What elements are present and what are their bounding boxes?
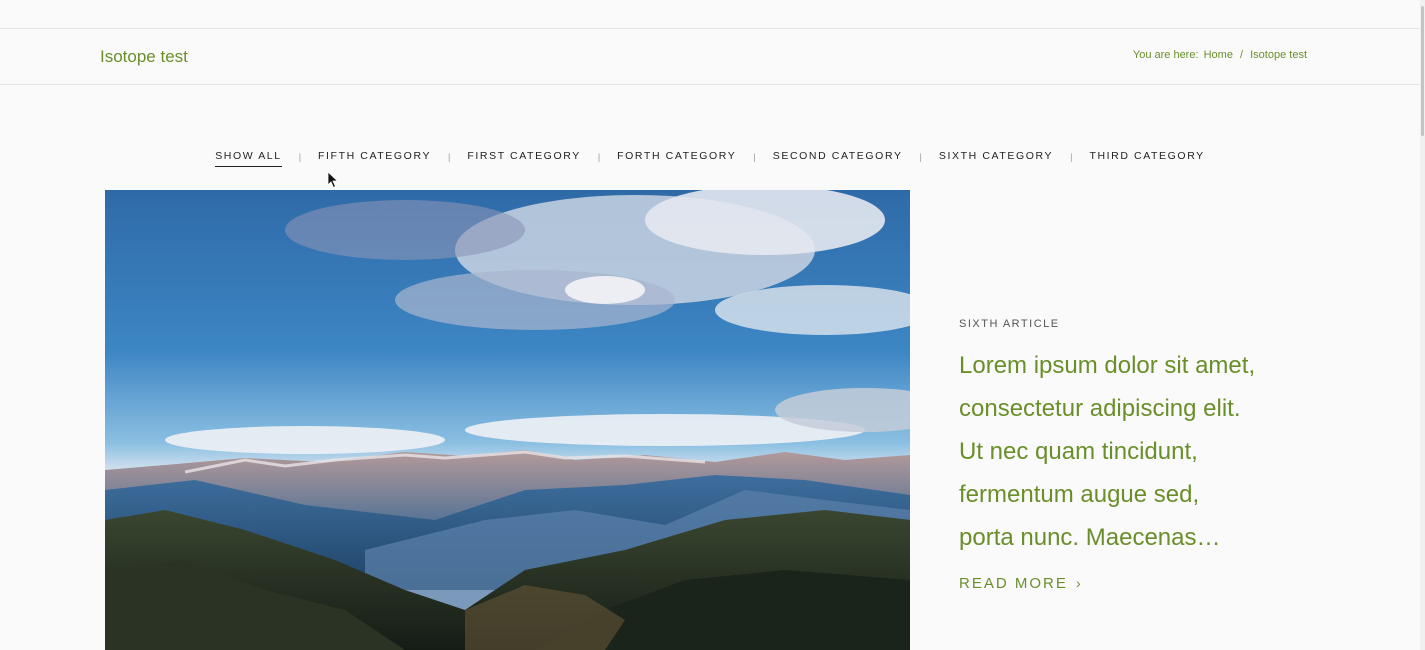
breadcrumb-current: Isotope test (1250, 49, 1307, 61)
filter-third-category[interactable]: THIRD CATEGORY (1089, 150, 1204, 167)
filter-first-category[interactable]: FIRST CATEGORY (467, 150, 580, 167)
filter-divider: | (298, 151, 302, 162)
filter-forth-category[interactable]: FORTH CATEGORY (617, 150, 736, 167)
read-more-link[interactable]: READ MORE › (959, 575, 1081, 592)
filter-divider: | (448, 151, 451, 162)
mountain-landscape-image (105, 190, 910, 650)
read-more-label: READ MORE (959, 575, 1068, 592)
filter-divider: | (753, 151, 756, 162)
filter-fifth-category[interactable]: FIFTH CATEGORY (318, 150, 431, 167)
filter-divider: | (1070, 151, 1073, 162)
site-header: Isotope test You are here: Home / Isotop… (0, 29, 1420, 85)
mouse-cursor-icon (327, 171, 339, 189)
filter-sixth-category[interactable]: SIXTH CATEGORY (939, 150, 1053, 167)
breadcrumb-lead: You are here: (1132, 49, 1199, 61)
page-scrollbar[interactable] (1420, 0, 1425, 650)
scrollbar-thumb[interactable] (1421, 6, 1424, 136)
filter-show-all[interactable]: SHOW ALL (215, 150, 282, 167)
article-image[interactable] (105, 190, 910, 650)
article-eyebrow: SIXTH ARTICLE (959, 318, 1060, 330)
article-summary: SIXTH ARTICLE Lorem ipsum dolor sit amet… (959, 318, 1279, 593)
article-excerpt[interactable]: Lorem ipsum dolor sit amet, consectetur … (959, 344, 1259, 559)
category-filter-bar: SHOW ALL | FIFTH CATEGORY | FIRST CATEGO… (0, 150, 1420, 167)
breadcrumb-separator: / (1240, 49, 1244, 61)
top-bar (0, 0, 1420, 29)
breadcrumb: You are here: Home / Isotope test (1133, 49, 1307, 61)
chevron-right-icon: › (1076, 575, 1081, 591)
filter-divider: | (919, 151, 922, 162)
filter-divider: | (597, 151, 601, 162)
breadcrumb-home-link[interactable]: Home (1204, 49, 1233, 61)
filter-second-category[interactable]: SECOND CATEGORY (773, 150, 903, 167)
site-title-link[interactable]: Isotope test (100, 47, 188, 67)
